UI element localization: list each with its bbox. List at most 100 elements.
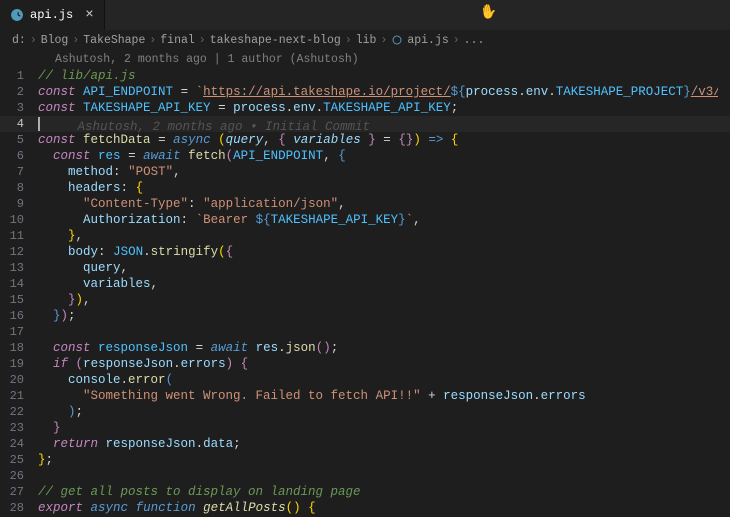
- code-line[interactable]: 21 "Something went Wrong. Failed to fetc…: [0, 388, 730, 404]
- tab-bar: api.js × ✋: [0, 0, 730, 30]
- code-line[interactable]: 17: [0, 324, 730, 340]
- code-content[interactable]: }: [38, 420, 61, 436]
- breadcrumb-segment[interactable]: TakeShape: [83, 34, 145, 47]
- code-line[interactable]: 26: [0, 468, 730, 484]
- code-content[interactable]: export async function getAllPosts() {: [38, 500, 316, 516]
- code-line[interactable]: 5const fetchData = async (query, { varia…: [0, 132, 730, 148]
- code-line[interactable]: 16 });: [0, 308, 730, 324]
- tab-api-js[interactable]: api.js ×: [0, 0, 105, 30]
- code-content[interactable]: );: [38, 404, 83, 420]
- code-line[interactable]: 13 query,: [0, 260, 730, 276]
- code-line[interactable]: 12 body: JSON.stringify({: [0, 244, 730, 260]
- grab-cursor-icon: ✋: [479, 3, 499, 23]
- line-number: 18: [0, 340, 38, 356]
- code-editor[interactable]: 1// lib/api.js2const API_ENDPOINT = `htt…: [0, 68, 730, 517]
- code-line[interactable]: 1// lib/api.js: [0, 68, 730, 84]
- code-content[interactable]: body: JSON.stringify({: [38, 244, 233, 260]
- code-line[interactable]: 10 Authorization: `Bearer ${TAKESHAPE_AP…: [0, 212, 730, 228]
- git-blame-annotation: Ashutosh, 2 months ago | 1 author (Ashut…: [0, 50, 730, 68]
- js-file-icon: [10, 8, 24, 22]
- code-line[interactable]: 20 console.error(: [0, 372, 730, 388]
- line-number: 20: [0, 372, 38, 388]
- breadcrumb-segment[interactable]: takeshape-next-blog: [210, 34, 341, 47]
- code-content[interactable]: };: [38, 452, 53, 468]
- line-number: 24: [0, 436, 38, 452]
- line-number: 8: [0, 180, 38, 196]
- code-line[interactable]: 6 const res = await fetch(API_ENDPOINT, …: [0, 148, 730, 164]
- line-number: 4: [0, 116, 38, 132]
- code-content[interactable]: },: [38, 228, 83, 244]
- line-number: 9: [0, 196, 38, 212]
- line-number: 1: [0, 68, 38, 84]
- code-line[interactable]: 27// get all posts to display on landing…: [0, 484, 730, 500]
- code-content[interactable]: if (responseJson.errors) {: [38, 356, 248, 372]
- code-content[interactable]: const TAKESHAPE_API_KEY = process.env.TA…: [38, 100, 458, 116]
- code-line[interactable]: 24 return responseJson.data;: [0, 436, 730, 452]
- code-line[interactable]: 14 variables,: [0, 276, 730, 292]
- line-number: 2: [0, 84, 38, 100]
- code-line[interactable]: 2const API_ENDPOINT = `https://api.takes…: [0, 84, 730, 100]
- code-line[interactable]: 23 }: [0, 420, 730, 436]
- close-icon[interactable]: ×: [85, 7, 93, 23]
- code-line[interactable]: 15 }),: [0, 292, 730, 308]
- chevron-right-icon: ›: [453, 34, 460, 47]
- line-number: 14: [0, 276, 38, 292]
- line-number: 11: [0, 228, 38, 244]
- line-number: 27: [0, 484, 38, 500]
- code-line[interactable]: 25};: [0, 452, 730, 468]
- breadcrumb[interactable]: d: › Blog › TakeShape › final › takeshap…: [0, 30, 730, 50]
- line-number: 13: [0, 260, 38, 276]
- code-line[interactable]: 9 "Content-Type": "application/json",: [0, 196, 730, 212]
- chevron-right-icon: ›: [149, 34, 156, 47]
- chevron-right-icon: ›: [345, 34, 352, 47]
- breadcrumb-segment[interactable]: d:: [12, 34, 26, 47]
- code-line[interactable]: 19 if (responseJson.errors) {: [0, 356, 730, 372]
- line-number: 28: [0, 500, 38, 516]
- line-number: 7: [0, 164, 38, 180]
- code-content[interactable]: const res = await fetch(API_ENDPOINT, {: [38, 148, 346, 164]
- code-content[interactable]: // lib/api.js: [38, 68, 136, 84]
- line-number: 22: [0, 404, 38, 420]
- code-line[interactable]: 28export async function getAllPosts() {: [0, 500, 730, 516]
- code-line[interactable]: 7 method: "POST",: [0, 164, 730, 180]
- line-number: 12: [0, 244, 38, 260]
- code-content[interactable]: method: "POST",: [38, 164, 181, 180]
- code-content[interactable]: const API_ENDPOINT = `https://api.takesh…: [38, 84, 718, 100]
- code-content[interactable]: });: [38, 308, 76, 324]
- code-line[interactable]: 18 const responseJson = await res.json()…: [0, 340, 730, 356]
- line-number: 17: [0, 324, 38, 340]
- code-line[interactable]: 22 );: [0, 404, 730, 420]
- code-content[interactable]: headers: {: [38, 180, 143, 196]
- code-content[interactable]: query,: [38, 260, 128, 276]
- code-content[interactable]: variables,: [38, 276, 158, 292]
- breadcrumb-segment[interactable]: Blog: [41, 34, 69, 47]
- code-content[interactable]: return responseJson.data;: [38, 436, 241, 452]
- chevron-right-icon: ›: [380, 34, 387, 47]
- line-number: 16: [0, 308, 38, 324]
- code-line[interactable]: 8 headers: {: [0, 180, 730, 196]
- js-file-icon: [391, 34, 403, 46]
- chevron-right-icon: ›: [199, 34, 206, 47]
- code-content[interactable]: const fetchData = async (query, { variab…: [38, 132, 458, 148]
- line-number: 25: [0, 452, 38, 468]
- line-number: 3: [0, 100, 38, 116]
- code-content[interactable]: Authorization: `Bearer ${TAKESHAPE_API_K…: [38, 212, 421, 228]
- breadcrumb-segment[interactable]: api.js: [407, 34, 448, 47]
- breadcrumb-segment[interactable]: lib: [356, 34, 377, 47]
- code-content[interactable]: }),: [38, 292, 91, 308]
- code-content[interactable]: const responseJson = await res.json();: [38, 340, 338, 356]
- code-content[interactable]: "Something went Wrong. Failed to fetch A…: [38, 388, 586, 404]
- breadcrumb-segment[interactable]: final: [160, 34, 195, 47]
- code-content[interactable]: // get all posts to display on landing p…: [38, 484, 361, 500]
- code-content[interactable]: console.error(: [38, 372, 173, 388]
- tab-title: api.js: [30, 8, 73, 22]
- breadcrumb-segment[interactable]: ...: [464, 34, 485, 47]
- code-line[interactable]: 3const TAKESHAPE_API_KEY = process.env.T…: [0, 100, 730, 116]
- code-line[interactable]: 11 },: [0, 228, 730, 244]
- line-number: 10: [0, 212, 38, 228]
- chevron-right-icon: ›: [30, 34, 37, 47]
- line-number: 26: [0, 468, 38, 484]
- code-line[interactable]: 4 Ashutosh, 2 months ago • Initial Commi…: [0, 116, 730, 132]
- code-content[interactable]: "Content-Type": "application/json",: [38, 196, 346, 212]
- line-number: 19: [0, 356, 38, 372]
